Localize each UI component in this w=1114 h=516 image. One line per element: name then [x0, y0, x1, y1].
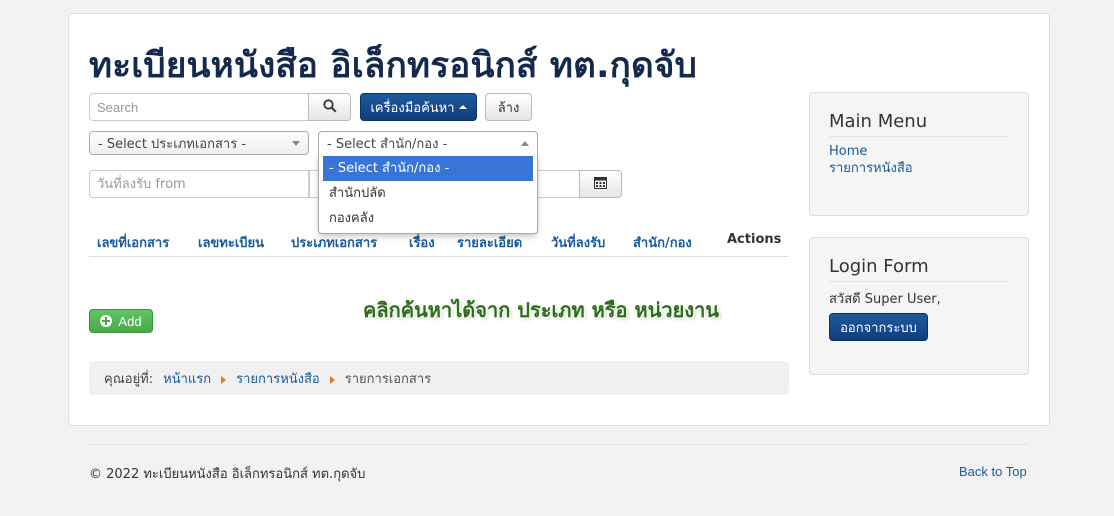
- office-option[interactable]: กองคลัง: [323, 206, 533, 231]
- column-header-doc-type[interactable]: ประเภทเอกสาร: [291, 232, 377, 253]
- chevron-down-icon: [292, 140, 300, 146]
- column-header-office[interactable]: สำนัก/กอง: [633, 232, 692, 253]
- office-dropdown-list: - Select สำนัก/กอง - สำนักปลัด กองคลัง: [318, 154, 538, 234]
- main-menu-title: Main Menu: [829, 111, 1009, 137]
- logout-button[interactable]: ออกจากระบบ: [829, 313, 928, 341]
- breadcrumb-link-home[interactable]: หน้าแรก: [163, 368, 211, 389]
- hint-text: คลิกค้นหาได้จาก ประเภท หรือ หน่วยงาน: [363, 298, 719, 322]
- document-type-selected: - Select ประเภทเอกสาร -: [98, 136, 247, 152]
- main-menu-module: Main Menu Home รายการหนังสือ: [809, 92, 1029, 216]
- office-option[interactable]: - Select สำนัก/กอง -: [323, 156, 533, 181]
- office-option[interactable]: สำนักปลัด: [323, 181, 533, 206]
- chevron-right-icon: [221, 375, 227, 384]
- footer-copyright: © 2022 ทะเบียนหนังสือ อิเล็กทรอนิกส์ ทต.…: [89, 467, 366, 482]
- clear-button[interactable]: ล้าง: [485, 93, 532, 121]
- office-selected: - Select สำนัก/กอง -: [327, 136, 448, 152]
- column-header-doc-number[interactable]: เลขที่เอกสาร: [97, 232, 169, 253]
- column-header-received-date[interactable]: วันที่ลงรับ: [551, 232, 605, 253]
- menu-item-book-list[interactable]: รายการหนังสือ: [829, 160, 1009, 177]
- site-title: ทะเบียนหนังสือ อิเล็กทรอนิกส์ ทต.กุดจับ: [89, 46, 698, 86]
- back-to-top-link[interactable]: Back to Top: [959, 464, 1027, 479]
- breadcrumb-link-list[interactable]: รายการหนังสือ: [236, 368, 320, 389]
- footer-divider: [89, 444, 1029, 445]
- column-header-subject[interactable]: เรื่อง: [409, 232, 435, 253]
- date-from-input[interactable]: [89, 170, 309, 198]
- add-button-label: Add: [118, 313, 142, 329]
- column-header-details[interactable]: รายละเอียด: [457, 232, 522, 253]
- menu-item-home[interactable]: Home: [829, 143, 1009, 160]
- chevron-right-icon: [329, 375, 335, 384]
- calendar-icon: [594, 176, 607, 192]
- search-icon: [322, 98, 337, 116]
- calendar-button[interactable]: [579, 170, 622, 198]
- office-select[interactable]: - Select สำนัก/กอง -: [318, 131, 538, 155]
- breadcrumb-here-label: คุณอยู่ที่:: [104, 371, 154, 387]
- document-type-select[interactable]: - Select ประเภทเอกสาร -: [89, 131, 309, 155]
- chevron-up-icon: [521, 140, 529, 146]
- column-header-reg-number[interactable]: เลขทะเบียน: [198, 232, 264, 253]
- breadcrumb-current: รายการเอกสาร: [344, 371, 432, 387]
- add-button[interactable]: Add: [89, 309, 153, 333]
- search-input[interactable]: [89, 93, 309, 121]
- column-header-actions: Actions: [727, 232, 782, 247]
- login-form-module: Login Form สวัสดี Super User, ออกจากระบบ: [809, 237, 1029, 375]
- search-tools-label: เครื่องมือค้นหา: [370, 100, 455, 116]
- user-greeting: สวัสดี Super User,: [829, 292, 941, 307]
- breadcrumb: คุณอยู่ที่: หน้าแรก รายการหนังสือ รายการ…: [89, 361, 789, 395]
- caret-up-icon: [458, 105, 467, 109]
- plus-circle-icon: [100, 315, 113, 327]
- search-button[interactable]: [308, 93, 351, 121]
- login-form-title: Login Form: [829, 256, 1009, 282]
- search-tools-button[interactable]: เครื่องมือค้นหา: [360, 93, 477, 121]
